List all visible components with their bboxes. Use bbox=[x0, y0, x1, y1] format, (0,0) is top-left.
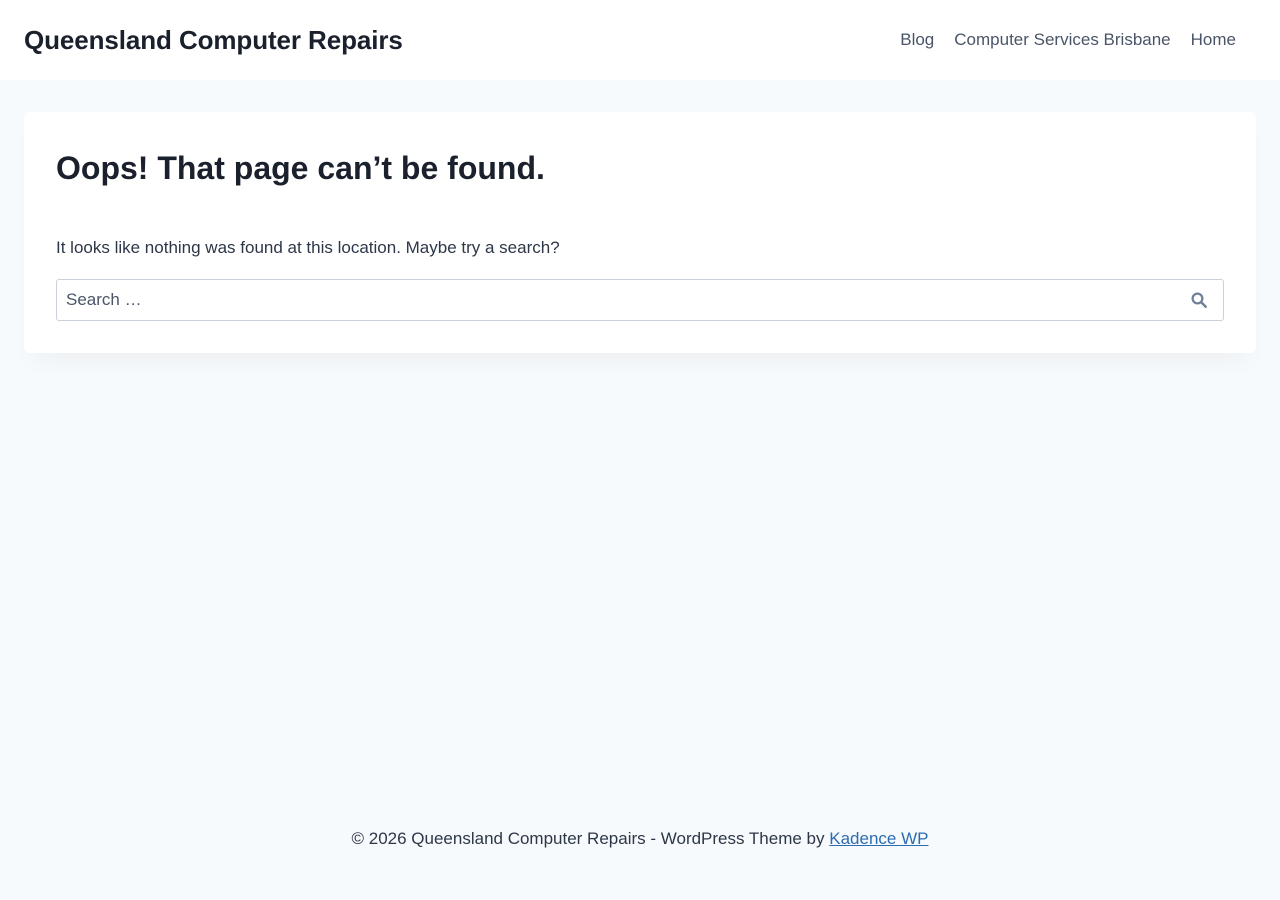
site-title-link[interactable]: Queensland Computer Repairs bbox=[24, 25, 403, 56]
footer-theme-link[interactable]: Kadence WP bbox=[829, 829, 928, 848]
site-header: Queensland Computer Repairs Blog Compute… bbox=[0, 0, 1280, 80]
search-input[interactable] bbox=[56, 279, 1224, 321]
page-title: Oops! That page can’t be found. bbox=[56, 150, 545, 186]
search-submit-button[interactable] bbox=[1174, 279, 1224, 321]
footer-copyright: © 2026 Queensland Computer Repairs - Wor… bbox=[351, 829, 830, 848]
search-icon bbox=[1191, 292, 1207, 308]
nav-item-computer-services-brisbane[interactable]: Computer Services Brisbane bbox=[944, 0, 1180, 80]
content-card: Oops! That page can’t be found. It looks… bbox=[24, 112, 1256, 353]
primary-navigation: Blog Computer Services Brisbane Home bbox=[890, 0, 1246, 80]
nav-item-blog[interactable]: Blog bbox=[890, 0, 944, 80]
search-form bbox=[56, 279, 1224, 321]
site-footer: © 2026 Queensland Computer Repairs - Wor… bbox=[0, 820, 1280, 858]
not-found-message: It looks like nothing was found at this … bbox=[56, 238, 560, 257]
nav-item-home[interactable]: Home bbox=[1181, 0, 1246, 80]
